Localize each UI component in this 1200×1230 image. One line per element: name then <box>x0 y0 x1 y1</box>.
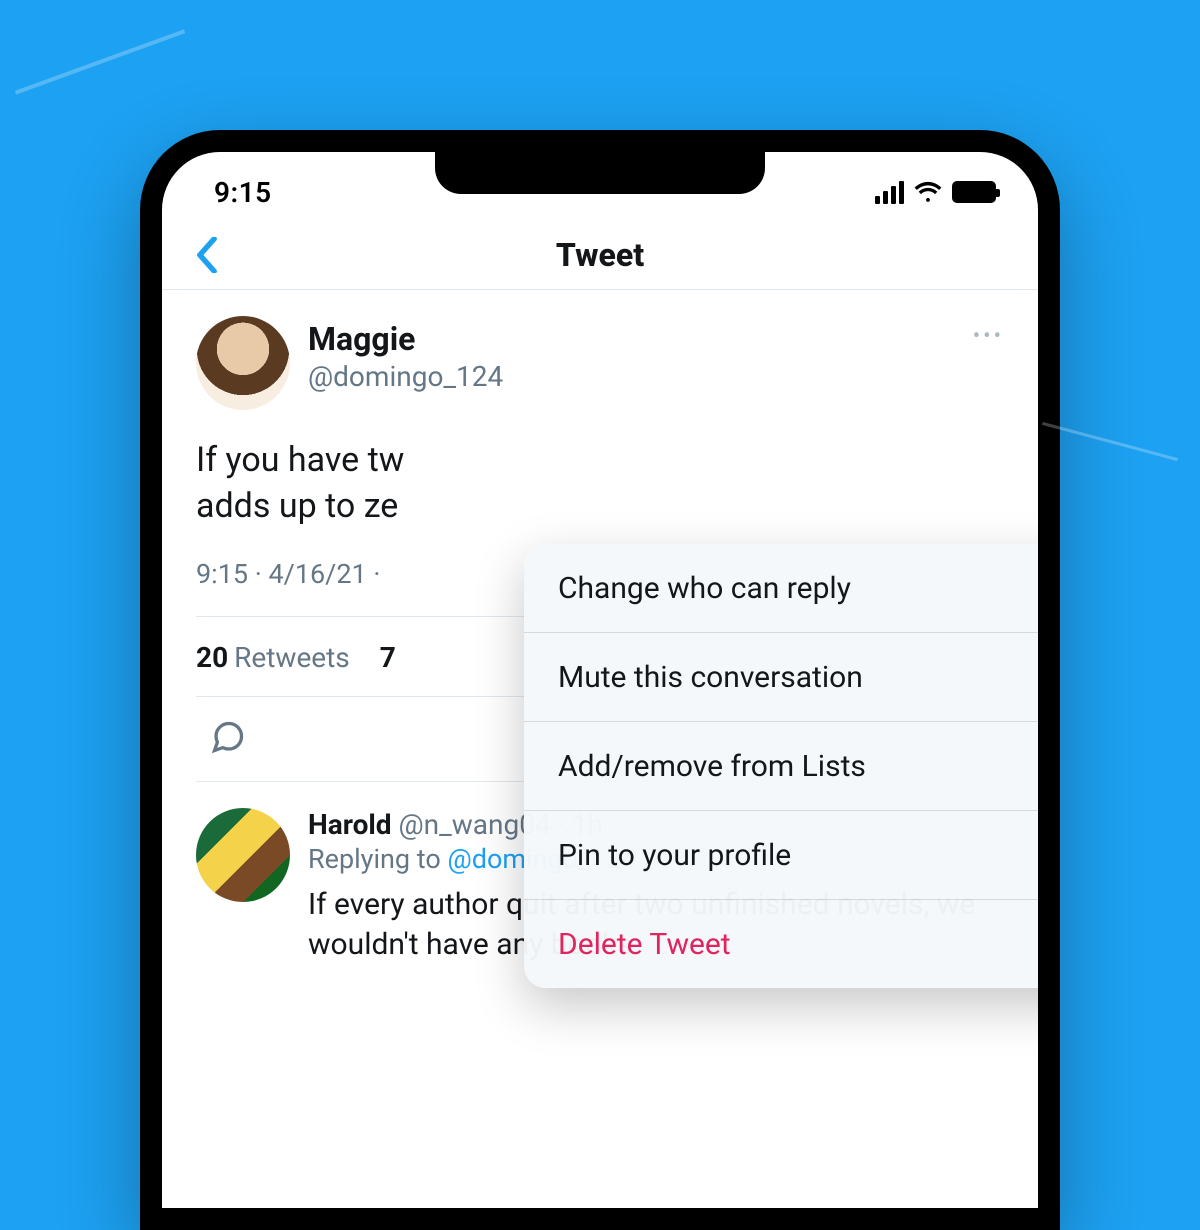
status-time: 9:15 <box>214 176 272 209</box>
tweet-body: If you have tw adds up to ze <box>196 438 1004 530</box>
tweet-context-menu: Change who can reply Mute this conversat… <box>524 544 1038 988</box>
menu-delete-tweet[interactable]: Delete Tweet <box>524 900 1038 988</box>
menu-item-label: Mute this conversation <box>558 660 863 695</box>
menu-item-label: Add/remove from Lists <box>558 749 866 784</box>
reply-author-name[interactable]: Harold <box>308 808 392 841</box>
nav-bar: Tweet <box>162 220 1038 290</box>
page-title: Tweet <box>556 236 644 274</box>
menu-mute-conversation[interactable]: Mute this conversation <box>524 633 1038 722</box>
back-button[interactable] <box>196 237 218 273</box>
author-name[interactable]: Maggie <box>308 320 503 358</box>
reply-icon[interactable] <box>210 719 246 759</box>
menu-item-label: Change who can reply <box>558 571 851 606</box>
more-options-button[interactable]: ••• <box>973 324 1004 349</box>
menu-change-who-can-reply[interactable]: Change who can reply <box>524 544 1038 633</box>
author-handle[interactable]: @domingo_124 <box>308 360 503 393</box>
cellular-icon <box>875 181 904 204</box>
battery-icon <box>952 181 996 203</box>
menu-pin-to-profile[interactable]: Pin to your profile <box>524 811 1038 900</box>
wifi-icon <box>914 181 942 203</box>
retweets-stat[interactable]: 20Retweets <box>196 641 350 674</box>
menu-item-label: Delete Tweet <box>558 927 731 962</box>
phone-frame: 9:15 Tweet ••• Maggie <box>140 130 1060 1230</box>
phone-screen: 9:15 Tweet ••• Maggie <box>162 152 1038 1208</box>
menu-item-label: Pin to your profile <box>558 838 791 873</box>
avatar[interactable] <box>196 316 290 410</box>
menu-add-remove-lists[interactable]: Add/remove from Lists <box>524 722 1038 811</box>
quote-tweets-stat[interactable]: 7 <box>380 641 402 674</box>
phone-notch <box>435 152 765 194</box>
avatar[interactable] <box>196 808 290 902</box>
status-icons <box>875 181 996 204</box>
